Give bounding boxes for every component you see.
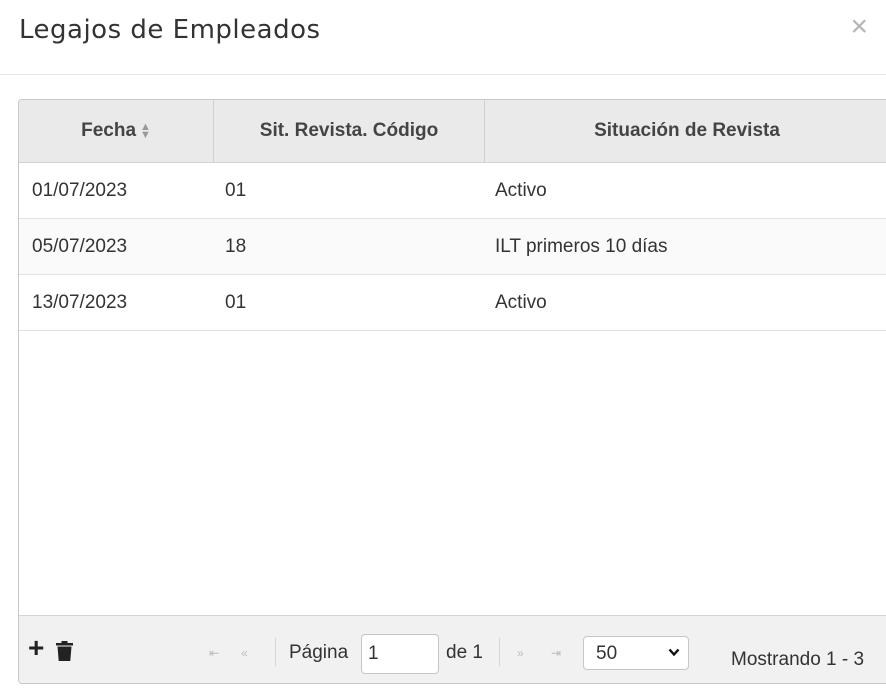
record-count-status: Mostrando 1 - 3 bbox=[731, 649, 865, 670]
page-size-value: 50 bbox=[596, 643, 618, 664]
grid-pager: + ⇤ « Página de 1 » ⇥ 50 Mostrando 1 - 3 bbox=[19, 615, 886, 683]
table-row[interactable]: 01/07/2023 01 Activo bbox=[19, 163, 886, 219]
cell-fecha: 13/07/2023 bbox=[32, 292, 128, 313]
column-header-codigo[interactable]: Sit. Revista. Código bbox=[214, 100, 485, 162]
sort-icon[interactable]: ▲ ▼ bbox=[140, 121, 151, 140]
cell-codigo: 01 bbox=[225, 180, 247, 201]
cell-codigo: 01 bbox=[225, 292, 247, 313]
cell-situacion: Activo bbox=[495, 180, 547, 201]
pager-separator bbox=[499, 638, 500, 666]
page-number-input[interactable] bbox=[361, 634, 439, 674]
plus-icon[interactable]: + bbox=[28, 634, 44, 662]
dialog-header: Legajos de Empleados × bbox=[0, 0, 886, 75]
column-header-situacion[interactable]: Situación de Revista bbox=[485, 100, 886, 162]
pager-separator bbox=[275, 638, 276, 666]
prev-page-icon[interactable]: « bbox=[241, 646, 248, 660]
column-header-label: Fecha bbox=[81, 120, 137, 141]
page-size-select[interactable]: 50 bbox=[583, 636, 689, 670]
cell-fecha: 01/07/2023 bbox=[32, 180, 128, 201]
page-label: Página bbox=[289, 642, 349, 663]
cell-situacion: Activo bbox=[495, 292, 547, 313]
first-page-icon[interactable]: ⇤ bbox=[209, 646, 219, 660]
cell-codigo: 18 bbox=[225, 236, 247, 257]
grid-body: 01/07/2023 01 Activo 05/07/2023 18 ILT p… bbox=[19, 163, 886, 615]
table-row[interactable]: 05/07/2023 18 ILT primeros 10 días bbox=[19, 219, 886, 275]
trash-icon[interactable] bbox=[56, 641, 73, 661]
dialog-title: Legajos de Empleados bbox=[19, 15, 321, 45]
close-icon[interactable]: × bbox=[850, 12, 868, 42]
cell-situacion: ILT primeros 10 días bbox=[495, 236, 668, 257]
employee-records-grid: Fecha ▲ ▼ Sit. Revista. Código Situación d… bbox=[18, 99, 886, 684]
grid-header: Fecha ▲ ▼ Sit. Revista. Código Situación d… bbox=[19, 100, 886, 163]
last-page-icon[interactable]: ⇥ bbox=[551, 646, 561, 660]
next-page-icon[interactable]: » bbox=[517, 646, 524, 660]
chevron-down-icon bbox=[668, 648, 680, 657]
table-row[interactable]: 13/07/2023 01 Activo bbox=[19, 275, 886, 331]
column-header-fecha[interactable]: Fecha ▲ ▼ bbox=[19, 100, 214, 162]
cell-fecha: 05/07/2023 bbox=[32, 236, 128, 257]
page-count-label: de 1 bbox=[446, 642, 483, 663]
